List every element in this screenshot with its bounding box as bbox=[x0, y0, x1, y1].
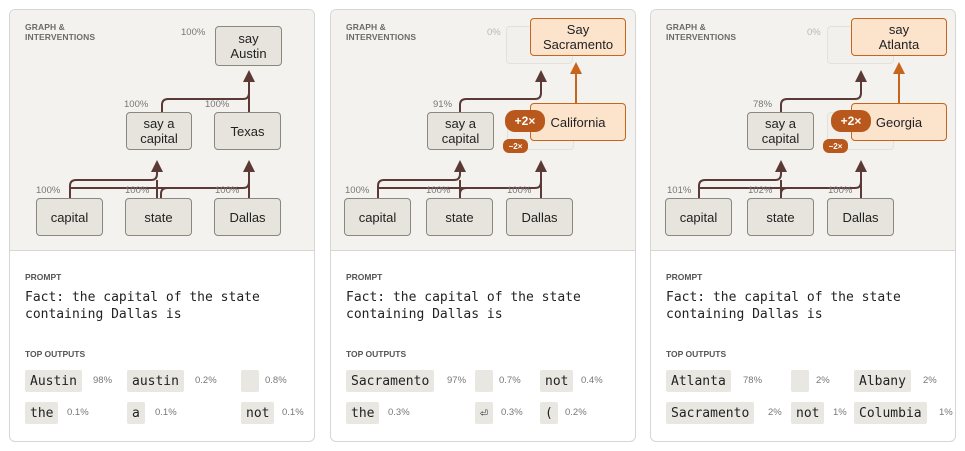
prompt-title: PROMPT bbox=[346, 272, 383, 282]
node-say-austin[interactable]: say Austin bbox=[215, 26, 282, 66]
output-token bbox=[475, 370, 493, 392]
pct-state: 100% bbox=[125, 185, 150, 196]
node-state[interactable]: state bbox=[426, 198, 493, 236]
pct-mid-left: 100% bbox=[124, 99, 149, 110]
output-token-return: ⏎ bbox=[475, 402, 493, 424]
output-prob: 98% bbox=[93, 375, 113, 386]
prompt-text: Fact: the capital of the state containin… bbox=[25, 290, 260, 322]
panel-1-austin: GRAPH & INTERVENTIONS 100% say Austin 100… bbox=[9, 9, 315, 442]
badge-boost[interactable]: +2× bbox=[831, 110, 871, 132]
output-prob: 1% bbox=[939, 407, 953, 418]
panel-3-atlanta: GRAPH &INTERVENTIONS 0% A say Atlanta 78… bbox=[650, 9, 956, 442]
graph-area: GRAPH & INTERVENTIONS 100% say Austin 100… bbox=[10, 10, 314, 251]
graph-label: GRAPH & INTERVENTIONS bbox=[25, 22, 96, 42]
output-token: Albany bbox=[854, 370, 911, 392]
badge-suppress[interactable]: −2× bbox=[823, 139, 848, 153]
prompt-text: Fact: the capital of the state containin… bbox=[666, 290, 901, 322]
pct-dallas: 100% bbox=[828, 185, 853, 196]
output-token bbox=[241, 370, 259, 392]
output-prob: 0.2% bbox=[195, 375, 217, 386]
output-token: Sacramento bbox=[346, 370, 435, 392]
node-say-atlanta[interactable]: say Atlanta bbox=[851, 18, 947, 56]
badge-boost[interactable]: +2× bbox=[505, 110, 545, 132]
prompt-title: PROMPT bbox=[666, 272, 703, 282]
output-prob: 0.1% bbox=[155, 407, 177, 418]
node-capital[interactable]: capital bbox=[665, 198, 732, 236]
pct-top: 100% bbox=[181, 27, 206, 38]
node-dallas[interactable]: Dallas bbox=[214, 198, 281, 236]
output-prob: 2% bbox=[768, 407, 782, 418]
node-capital[interactable]: capital bbox=[344, 198, 411, 236]
output-prob: 78% bbox=[743, 375, 763, 386]
output-prob: 0.4% bbox=[581, 375, 603, 386]
pct-dallas: 100% bbox=[507, 185, 532, 196]
node-say-sacramento[interactable]: Say Sacramento bbox=[530, 18, 626, 56]
prompt-text: Fact: the capital of the state containin… bbox=[346, 290, 581, 322]
output-token: the bbox=[25, 402, 59, 424]
outputs-title: TOP OUTPUTS bbox=[346, 349, 407, 359]
output-token: not bbox=[791, 402, 825, 424]
panel-2-sacramento: GRAPH &INTERVENTIONS 0% A Say Sacramento… bbox=[330, 9, 636, 442]
node-say-a-capital[interactable]: say a capital bbox=[126, 112, 192, 150]
pct-mid-right: 100% bbox=[205, 99, 230, 110]
outputs-title: TOP OUTPUTS bbox=[666, 349, 727, 359]
output-token: not bbox=[540, 370, 574, 392]
output-token: the bbox=[346, 402, 380, 424]
output-prob: 2% bbox=[816, 375, 830, 386]
graph-label: GRAPH & INTERVENTIONS bbox=[346, 22, 417, 42]
output-token bbox=[791, 370, 809, 392]
outputs-title: TOP OUTPUTS bbox=[25, 349, 86, 359]
node-dallas[interactable]: Dallas bbox=[827, 198, 894, 236]
node-capital[interactable]: capital bbox=[36, 198, 103, 236]
pct-capital: 100% bbox=[36, 185, 61, 196]
pct-capital: 101% bbox=[667, 185, 692, 196]
graph-label: GRAPH & INTERVENTIONS bbox=[666, 22, 737, 42]
node-texas[interactable]: Texas bbox=[214, 112, 281, 150]
node-state[interactable]: state bbox=[125, 198, 192, 236]
pct-dallas: 100% bbox=[215, 185, 240, 196]
output-prob: 0.1% bbox=[67, 407, 89, 418]
output-token: Columbia bbox=[854, 402, 927, 424]
prompt-title: PROMPT bbox=[25, 272, 62, 282]
output-prob: 0.8% bbox=[265, 375, 287, 386]
output-prob: 97% bbox=[447, 375, 467, 386]
output-token: Austin bbox=[25, 370, 82, 392]
pct-mid-left: 91% bbox=[433, 99, 453, 110]
graph-area: GRAPH &INTERVENTIONS 0% A say Atlanta 78… bbox=[651, 10, 955, 251]
pct-top-faded: 0% bbox=[807, 27, 821, 38]
output-token: not bbox=[241, 402, 275, 424]
output-token: ( bbox=[540, 402, 558, 424]
output-prob: 2% bbox=[923, 375, 937, 386]
output-token: austin bbox=[127, 370, 184, 392]
output-prob: 0.7% bbox=[499, 375, 521, 386]
pct-mid-left: 78% bbox=[753, 99, 773, 110]
pct-top-faded: 0% bbox=[487, 27, 501, 38]
node-dallas[interactable]: Dallas bbox=[506, 198, 573, 236]
output-prob: 1% bbox=[833, 407, 847, 418]
output-prob: 0.1% bbox=[282, 407, 304, 418]
node-say-a-capital[interactable]: say a capital bbox=[427, 112, 494, 150]
output-prob: 0.2% bbox=[565, 407, 587, 418]
output-token: Atlanta bbox=[666, 370, 731, 392]
pct-state: 100% bbox=[426, 185, 451, 196]
output-prob: 0.3% bbox=[388, 407, 410, 418]
output-prob: 0.3% bbox=[501, 407, 523, 418]
output-token: Sacramento bbox=[666, 402, 755, 424]
badge-suppress[interactable]: −2× bbox=[503, 139, 528, 153]
pct-state: 102% bbox=[748, 185, 773, 196]
graph-area: GRAPH &INTERVENTIONS 0% A Say Sacramento… bbox=[331, 10, 635, 251]
pct-capital: 100% bbox=[345, 185, 370, 196]
node-say-a-capital[interactable]: say a capital bbox=[747, 112, 814, 150]
node-state[interactable]: state bbox=[747, 198, 814, 236]
output-token: a bbox=[127, 402, 145, 424]
